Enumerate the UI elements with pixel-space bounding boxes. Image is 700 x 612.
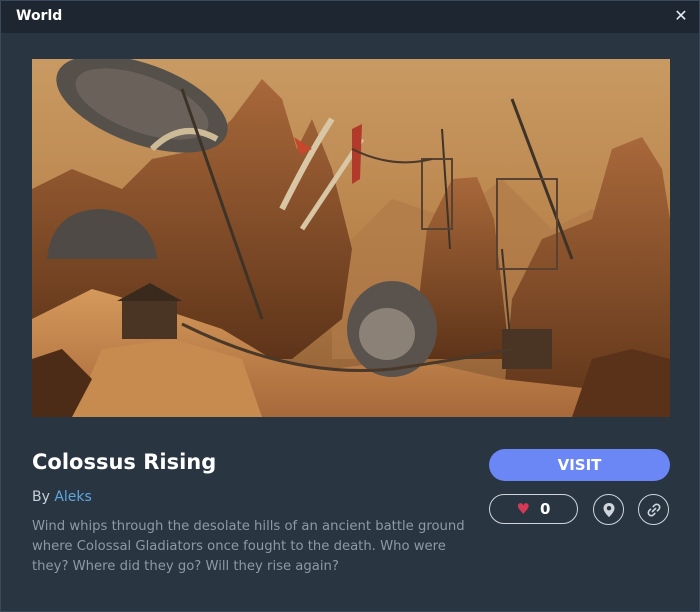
title-bar: World ✕ bbox=[1, 1, 699, 33]
like-count: 0 bbox=[540, 500, 551, 518]
heart-icon: ♥ bbox=[516, 499, 530, 518]
like-button[interactable]: ♥ 0 bbox=[489, 494, 578, 524]
byline: By Aleks bbox=[32, 489, 92, 505]
by-label: By bbox=[32, 489, 50, 505]
world-description: Wind whips through the desolate hills of… bbox=[32, 519, 465, 574]
location-pin-icon bbox=[603, 502, 614, 517]
visit-button[interactable]: VISIT bbox=[489, 449, 670, 481]
location-button[interactable] bbox=[593, 494, 624, 525]
author-link[interactable]: Aleks bbox=[54, 489, 91, 505]
window-title: World bbox=[16, 8, 63, 24]
world-thumbnail bbox=[32, 59, 670, 417]
world-name: Colossus Rising bbox=[32, 450, 217, 474]
copy-link-button[interactable] bbox=[638, 494, 669, 525]
close-icon[interactable]: ✕ bbox=[672, 7, 690, 25]
link-icon bbox=[647, 503, 660, 516]
world-thumbnail-image bbox=[32, 59, 670, 417]
world-dialog: World ✕ Colossus Rising By Aleks Wind wh… bbox=[0, 0, 700, 612]
